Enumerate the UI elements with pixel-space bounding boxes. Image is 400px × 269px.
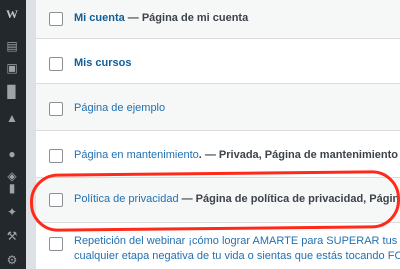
posts-icon[interactable]: ▤: [3, 38, 21, 54]
page-state: — Página de mi cuenta: [124, 12, 249, 24]
pages-list: Mi cuenta — Página de mi cuenta Mis curs…: [36, 0, 400, 269]
table-row: Repetición del webinar ¡cómo lograr AMAR…: [36, 223, 400, 269]
row-checkbox[interactable]: [49, 102, 63, 116]
row-checkbox[interactable]: [49, 193, 63, 207]
table-row: Página en mantenimiento. — Privada, Pági…: [36, 131, 400, 178]
page-title: Política de privacidad — Página de polít…: [74, 193, 400, 205]
megaphone-icon[interactable]: ▲: [3, 110, 21, 126]
row-checkbox[interactable]: [49, 237, 63, 251]
page-title: Mis cursos: [74, 57, 400, 69]
stats-icon[interactable]: ▉: [3, 84, 21, 100]
page-state: — Página de política de privacidad, Pági…: [181, 193, 400, 205]
admin-sidebar: W ▤ ▣ ▉ ▲ ● ◈ ▮ ✦ ⚒ ⚙: [0, 0, 26, 269]
wordpress-logo-icon[interactable]: W: [3, 6, 21, 22]
page-title: Página en mantenimiento. — Privada, Pági…: [74, 149, 400, 161]
tools-icon[interactable]: ⚒: [3, 228, 21, 244]
table-row: Mi cuenta — Página de mi cuenta: [36, 0, 400, 39]
row-checkbox[interactable]: [49, 57, 63, 71]
page-title-link[interactable]: Repetición del webinar ¡cómo lograr AMAR…: [74, 235, 400, 247]
settings-icon[interactable]: ⚙: [3, 252, 21, 268]
folder-icon[interactable]: ▮: [3, 180, 21, 196]
page-title-link[interactable]: Mi cuenta: [74, 12, 125, 24]
page-title-link[interactable]: Página de ejemplo: [74, 102, 165, 114]
row-checkbox[interactable]: [49, 149, 63, 163]
page-title: Repetición del webinar ¡cómo lograr AMAR…: [74, 235, 400, 247]
page-title-link[interactable]: Política de privacidad: [74, 193, 179, 205]
page-title-link[interactable]: Página en mantenimiento: [74, 149, 199, 161]
table-row: Página de ejemplo: [36, 84, 400, 131]
row-checkbox[interactable]: [49, 12, 63, 26]
sidebar-gutter: [26, 0, 36, 269]
page-title: Mi cuenta — Página de mi cuenta: [74, 12, 400, 24]
table-row: Mis cursos: [36, 39, 400, 84]
pin-icon[interactable]: ✦: [3, 204, 21, 220]
page-state: . — Privada, Página de mantenimiento: [198, 149, 399, 161]
page-title-link[interactable]: Mis cursos: [74, 57, 131, 69]
page-title-line2: cualquier etapa negativa de tu vida o si…: [74, 250, 400, 262]
media-icon[interactable]: ▣: [3, 60, 21, 76]
page-title: Página de ejemplo: [74, 102, 400, 114]
table-row: Política de privacidad — Página de polít…: [36, 178, 400, 223]
comments-icon[interactable]: ●: [3, 146, 21, 162]
